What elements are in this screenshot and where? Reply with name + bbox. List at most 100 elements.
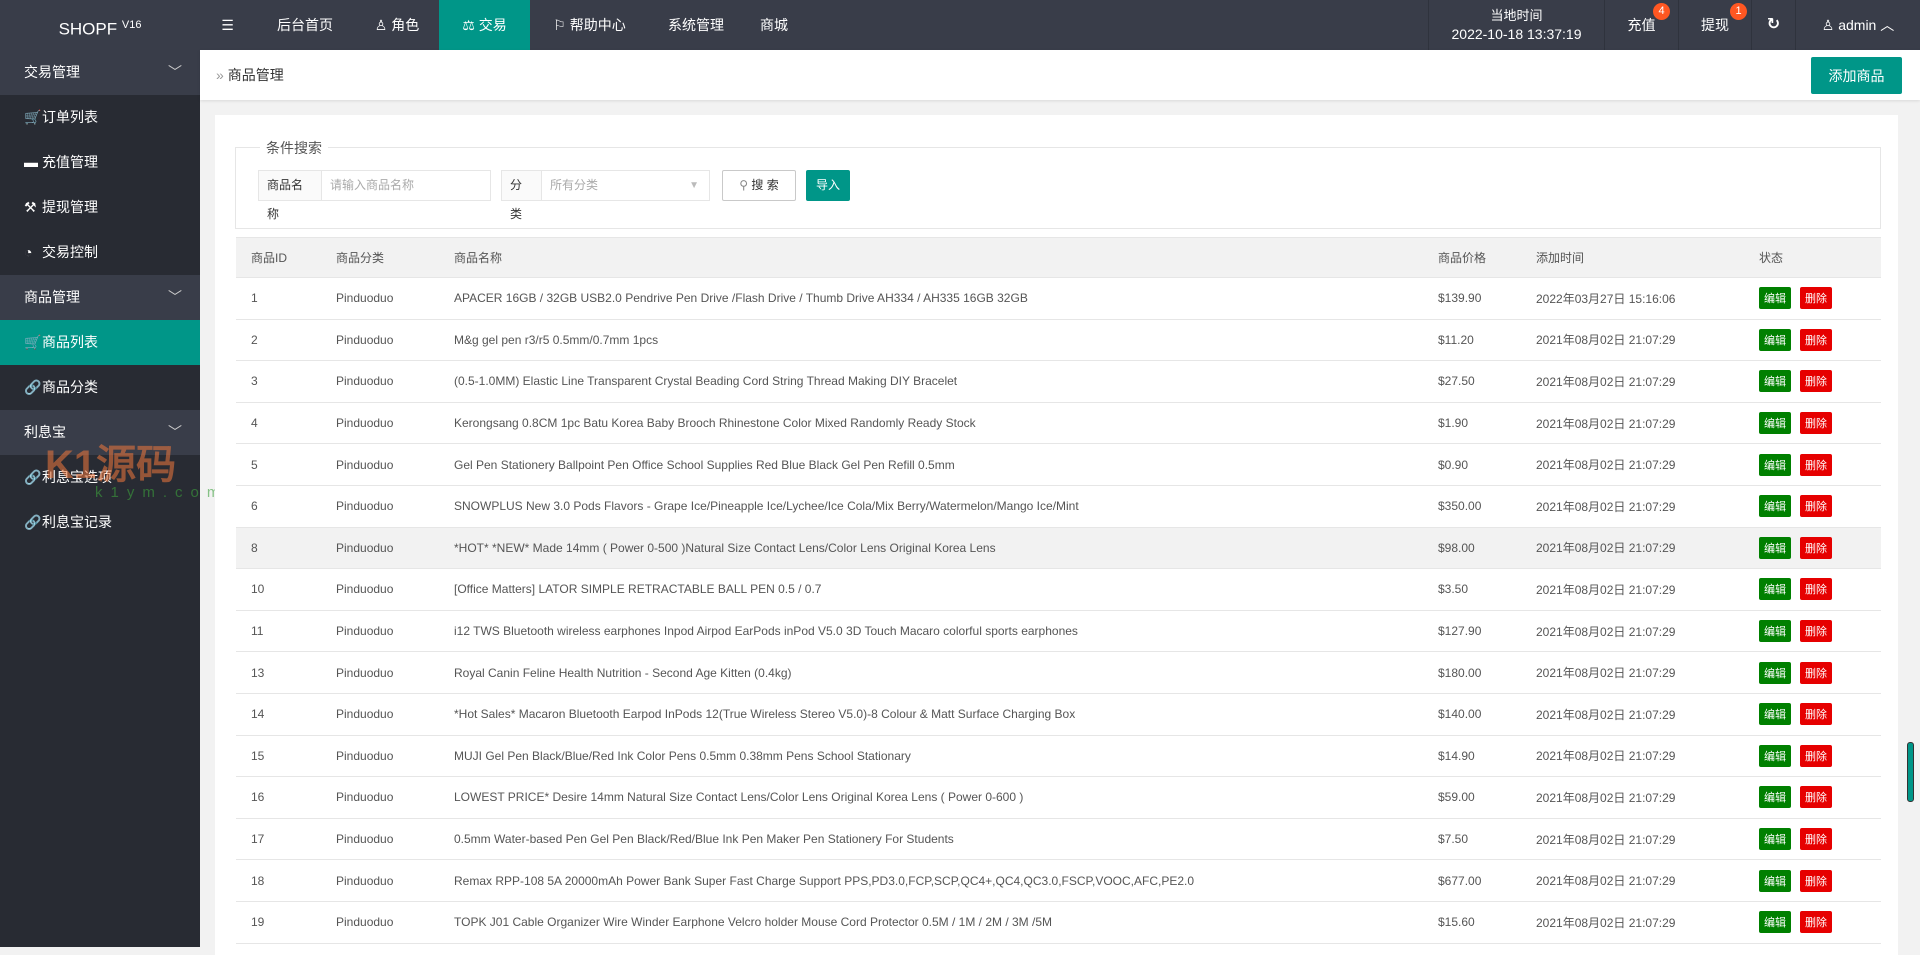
edit-button[interactable]: 编辑 [1759,370,1791,393]
cell-category: Pinduoduo [321,693,439,736]
edit-button[interactable]: 编辑 [1759,661,1791,684]
withdraw-label: 提现 [1701,17,1729,33]
item-label: 利息宝记录 [42,514,112,530]
withdraw-nav[interactable]: 提现 1 [1678,0,1751,50]
edit-button[interactable]: 编辑 [1759,828,1791,851]
edit-button[interactable]: 编辑 [1759,703,1791,726]
delete-button[interactable]: 删除 [1800,828,1832,851]
edit-button[interactable]: 编辑 [1759,536,1791,559]
import-button[interactable]: 导入 [806,170,850,201]
delete-button[interactable]: 删除 [1800,453,1832,476]
delete-button[interactable]: 删除 [1800,703,1832,726]
delete-button[interactable]: 删除 [1800,536,1832,559]
edit-button[interactable]: 编辑 [1759,744,1791,767]
edit-button[interactable]: 编辑 [1759,412,1791,435]
edit-button[interactable]: 编辑 [1759,287,1791,310]
logo[interactable]: SHOPF V16 [0,0,200,50]
edit-button[interactable]: 编辑 [1759,620,1791,643]
delete-button[interactable]: 删除 [1800,287,1832,310]
sidebar-item-interest-options[interactable]: 🔗利息宝选项 [0,455,200,500]
cell-id: 16 [236,776,321,819]
time-label: 当地时间 [1490,8,1543,23]
sidebar-item-orders[interactable]: 🛒订单列表 [0,95,200,140]
cell-name: Gel Pen Stationery Ballpoint Pen Office … [439,443,1423,486]
recharge-nav[interactable]: 充值 4 [1604,0,1678,50]
col-id[interactable]: 商品ID [236,237,321,278]
sidebar: 交易管理 ﹀ 🛒订单列表 ▬ 充值管理 ⚒ 提现管理 ◔ 交易控制 商品管理 ﹀ 🛒商品列… [0,50,200,947]
item-label: 充值管理 [42,154,98,170]
cell-time: 2021年08月02日 21:07:29 [1521,443,1744,486]
cell-name: Royal Canin Feline Health Nutrition - Se… [439,651,1423,694]
delete-button[interactable]: 删除 [1800,578,1832,601]
col-category[interactable]: 商品分类 [321,237,439,278]
delete-button[interactable]: 删除 [1800,661,1832,684]
scale-icon: ⚖ [462,17,479,33]
cell-price: $140.00 [1423,693,1521,736]
sidebar-group-interest[interactable]: 利息宝 ﹀ [0,410,200,455]
table-row: 16 Pinduoduo LOWEST PRICE* Desire 14mm Nat… [236,776,1881,819]
edit-button[interactable]: 编辑 [1759,911,1791,934]
sidebar-item-withdraw[interactable]: ⚒ 提现管理 [0,185,200,230]
cell-name: Kerongsang 0.8CM 1pc Batu Korea Baby Bro… [439,402,1423,445]
sidebar-item-trade-control[interactable]: ◔ 交易控制 [0,230,200,275]
nav-help[interactable]: ⚐ 帮助中心 [530,0,649,50]
breadcrumb: » 商品管理 [216,50,284,100]
category-select[interactable]: 所有分类 ▼ [542,170,710,201]
sidebar-item-goods-category[interactable]: 🔗商品分类 [0,365,200,410]
cell-id: 19 [236,901,321,944]
delete-button[interactable]: 删除 [1800,869,1832,892]
cell-id: 15 [236,735,321,778]
delete-button[interactable]: 删除 [1800,911,1832,934]
cell-actions: 编辑 删除 [1744,443,1881,486]
sidebar-item-interest-records[interactable]: 🔗利息宝记录 [0,500,200,545]
delete-button[interactable]: 删除 [1800,744,1832,767]
edit-button[interactable]: 编辑 [1759,495,1791,518]
edit-button[interactable]: 编辑 [1759,869,1791,892]
edit-button[interactable]: 编辑 [1759,578,1791,601]
nav-home[interactable]: 后台首页 [255,0,355,50]
sidebar-item-goods-list[interactable]: 🛒商品列表 [0,320,200,365]
sidebar-item-recharge[interactable]: ▬ 充值管理 [0,140,200,185]
delete-button[interactable]: 删除 [1800,328,1832,351]
search-button[interactable]: ⚲ 搜 索 [722,170,796,201]
col-time[interactable]: 添加时间 [1521,237,1744,278]
sidebar-group-goods[interactable]: 商品管理 ﹀ [0,275,200,320]
refresh-icon[interactable]: ↻ [1751,0,1795,50]
user-menu[interactable]: ♙ admin ︿ [1795,0,1920,50]
scrollbar-thumb[interactable] [1907,742,1914,802]
name-search-input[interactable]: 请输入商品名称 [322,170,491,201]
delete-button[interactable]: 删除 [1800,620,1832,643]
cell-name: [Office Matters] LATOR SIMPLE RETRACTABL… [439,568,1423,611]
delete-button[interactable]: 删除 [1800,786,1832,809]
item-label: 提现管理 [42,199,98,215]
edit-button[interactable]: 编辑 [1759,328,1791,351]
delete-button[interactable]: 删除 [1800,495,1832,518]
table-header: 商品ID 商品分类 商品名称 商品价格 添加时间 状态 [236,237,1881,278]
chevron-down-icon: ﹀ [168,64,182,80]
cell-category: Pinduoduo [321,735,439,778]
edit-button[interactable]: 编辑 [1759,786,1791,809]
nav-system[interactable]: 系统管理 [649,0,743,50]
nav-role[interactable]: ♙ 角色 [355,0,439,50]
cell-actions: 编辑 删除 [1744,776,1881,819]
edit-button[interactable]: 编辑 [1759,453,1791,476]
menu-toggle-icon[interactable]: ☰ [200,0,255,50]
sidebar-group-trade[interactable]: 交易管理 ﹀ [0,50,200,95]
table-row: 3 Pinduoduo (0.5-1.0MM) Elastic Line Trans… [236,360,1881,403]
table-row: 2 Pinduoduo M&g gel pen r3/r5 0.5mm/0.7mm … [236,319,1881,362]
cell-price: $0.90 [1423,443,1521,486]
col-status[interactable]: 状态 [1744,237,1881,278]
nav-trade[interactable]: ⚖ 交易 [439,0,530,50]
user-icon: ♙ [1821,17,1839,33]
delete-button[interactable]: 删除 [1800,370,1832,393]
delete-button[interactable]: 删除 [1800,412,1832,435]
nav-mall[interactable]: 商城 [743,0,805,50]
recharge-badge: 4 [1653,3,1670,20]
nav-label: 帮助中心 [569,17,626,33]
table-row: 8 Pinduoduo *HOT* *NEW* Made 14mm ( Power … [236,527,1881,570]
col-name[interactable]: 商品名称 [439,237,1423,278]
add-goods-button[interactable]: 添加商品 [1811,57,1902,94]
group-label: 商品管理 [24,289,80,305]
name-label: 商品名称 [258,170,322,221]
col-price[interactable]: 商品价格 [1423,237,1521,278]
